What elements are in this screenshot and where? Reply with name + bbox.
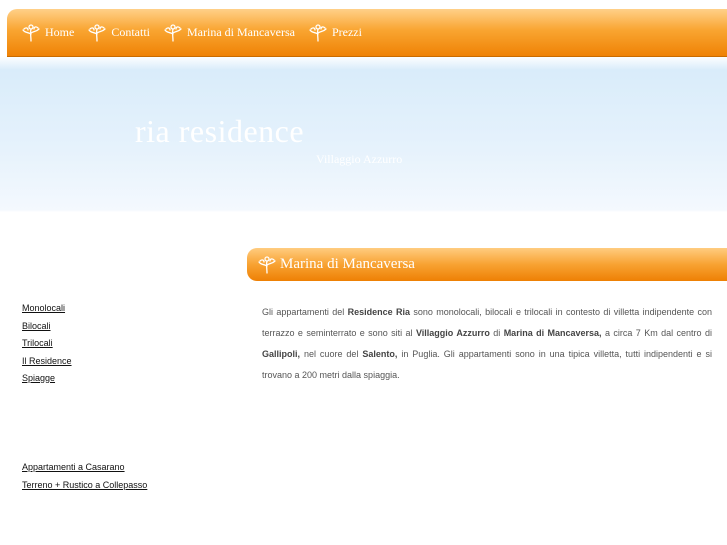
text-span: a circa 7 Km dal centro di xyxy=(601,328,712,338)
flower-icon xyxy=(164,23,182,42)
content-title: Marina di Mancaversa xyxy=(280,256,415,272)
nav-home[interactable]: Home xyxy=(21,23,74,43)
sidebar-extra-menu: Appartamenti a Casarano Terreno + Rustic… xyxy=(22,459,147,494)
sidebar-link-spiagge[interactable]: Spiagge xyxy=(22,370,72,388)
nav-label: Home xyxy=(45,25,75,39)
bold-text: Gallipoli, xyxy=(262,349,301,359)
nav-contatti[interactable]: Contatti xyxy=(87,23,150,43)
site-title: ria residence xyxy=(135,113,305,149)
text-span: nel cuore del xyxy=(300,349,363,359)
nav-prezzi[interactable]: Prezzi xyxy=(308,23,362,43)
sidebar-link-monolocali[interactable]: Monolocali xyxy=(22,300,72,318)
bold-text: Marina di Mancaversa, xyxy=(503,328,602,338)
nav-marina-di-mancaversa[interactable]: Marina di Mancaversa xyxy=(163,23,295,43)
bold-text: Salento, xyxy=(362,349,398,359)
nav-label: Contatti xyxy=(111,25,150,39)
nav-label: Marina di Mancaversa xyxy=(187,25,295,39)
sidebar-link-appartamenti-casarano[interactable]: Appartamenti a Casarano xyxy=(22,459,147,477)
sidebar-link-bilocali[interactable]: Bilocali xyxy=(22,318,72,336)
top-navigation: Home Contatti Marina di Mancaversa Prezz… xyxy=(7,9,727,56)
site-subtitle: Villaggio Azzurro xyxy=(316,152,403,166)
text-span: di xyxy=(489,328,504,338)
bold-text: Residence Ria xyxy=(347,307,410,317)
bold-text: Villaggio Azzurro xyxy=(415,328,490,338)
content-paragraph: Gli appartamenti del Residence Ria sono … xyxy=(262,302,712,386)
text-span: Gli appartamenti del xyxy=(262,307,348,317)
sidebar-link-trilocali[interactable]: Trilocali xyxy=(22,335,72,353)
flower-icon xyxy=(88,23,106,42)
sidebar-link-il-residence[interactable]: Il Residence xyxy=(22,353,72,371)
flower-icon xyxy=(309,23,327,42)
flower-icon xyxy=(258,255,276,274)
sidebar-menu: Monolocali Bilocali Trilocali Il Residen… xyxy=(22,300,72,388)
nav-label: Prezzi xyxy=(331,25,362,39)
sidebar-link-terreno-rustico[interactable]: Terreno + Rustico a Collepasso xyxy=(22,477,147,495)
flower-icon xyxy=(22,23,40,42)
content-header: Marina di Mancaversa xyxy=(247,248,727,281)
